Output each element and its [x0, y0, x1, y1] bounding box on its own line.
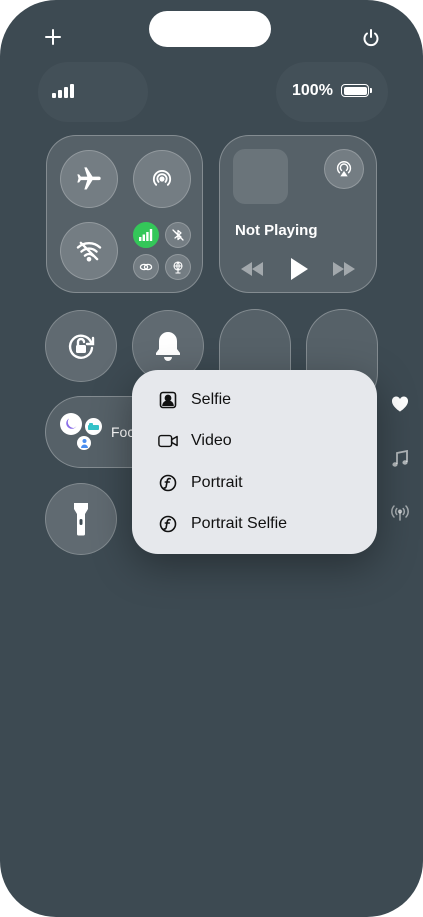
- menu-item-video[interactable]: Video: [132, 421, 377, 461]
- airdrop-toggle[interactable]: [133, 150, 191, 208]
- camera-mode-menu: Selfie Video Portrait Portrait Selfie: [132, 370, 377, 554]
- heart-icon[interactable]: [390, 395, 410, 413]
- portrait-frame-icon: [158, 390, 178, 410]
- wifi-toggle[interactable]: [60, 222, 118, 280]
- rewind-button[interactable]: [240, 261, 264, 277]
- wifi-off-icon: [76, 241, 102, 262]
- flashlight-icon: [74, 503, 88, 536]
- signal-strength-icon: [52, 84, 74, 98]
- menu-item-label: Portrait: [191, 474, 243, 491]
- flashlight-toggle[interactable]: [45, 483, 117, 555]
- person-icon: [77, 436, 91, 450]
- antenna-icon[interactable]: [389, 502, 411, 522]
- connectivity-module: [46, 135, 203, 293]
- focus-label: Foc: [111, 424, 135, 440]
- music-note-icon[interactable]: [390, 449, 410, 469]
- power-icon[interactable]: [360, 27, 382, 49]
- bell-icon: [156, 332, 180, 361]
- bed-icon: [85, 418, 102, 435]
- moon-icon: [60, 413, 82, 435]
- menu-item-selfie[interactable]: Selfie: [132, 380, 377, 420]
- album-artwork: [233, 149, 288, 204]
- bluetooth-off-icon: [172, 229, 184, 241]
- menu-item-label: Video: [191, 432, 232, 449]
- orientation-lock-toggle[interactable]: [45, 310, 117, 382]
- airdrop-icon: [152, 170, 172, 186]
- fast-forward-button[interactable]: [332, 261, 356, 277]
- cellular-data-toggle[interactable]: [133, 222, 159, 248]
- control-center: 100% Not Playing Foc Selfie Video Portra…: [0, 0, 423, 917]
- now-playing-title: Not Playing: [235, 222, 318, 239]
- menu-item-portrait[interactable]: Portrait: [132, 463, 377, 503]
- battery-icon: [341, 84, 372, 97]
- aperture-f-icon: [158, 473, 178, 493]
- aperture-f-icon: [158, 514, 178, 534]
- cellular-bars-icon: [139, 229, 153, 241]
- play-button[interactable]: [287, 257, 311, 281]
- menu-item-label: Selfie: [191, 391, 232, 408]
- bluetooth-toggle[interactable]: [165, 222, 191, 248]
- rewind-icon: [241, 262, 263, 276]
- personal-hotspot-toggle[interactable]: [133, 254, 159, 280]
- airplane-mode-toggle[interactable]: [60, 150, 118, 208]
- menu-item-portrait-selfie[interactable]: Portrait Selfie: [132, 504, 377, 544]
- globe-icon: [173, 261, 183, 274]
- add-control-icon[interactable]: [43, 27, 63, 47]
- airplay-button[interactable]: [324, 149, 364, 189]
- fast-forward-icon: [333, 262, 355, 276]
- menu-item-label: Portrait Selfie: [191, 515, 288, 532]
- video-camera-icon: [158, 431, 178, 451]
- rotation-lock-icon: [68, 334, 95, 359]
- vpn-toggle[interactable]: [165, 254, 191, 280]
- battery-percent: 100%: [292, 82, 333, 99]
- link-icon: [139, 263, 153, 271]
- airplay-audio-icon: [336, 161, 352, 177]
- dynamic-island: [149, 11, 271, 47]
- airplane-icon: [77, 167, 101, 190]
- play-icon: [291, 258, 308, 280]
